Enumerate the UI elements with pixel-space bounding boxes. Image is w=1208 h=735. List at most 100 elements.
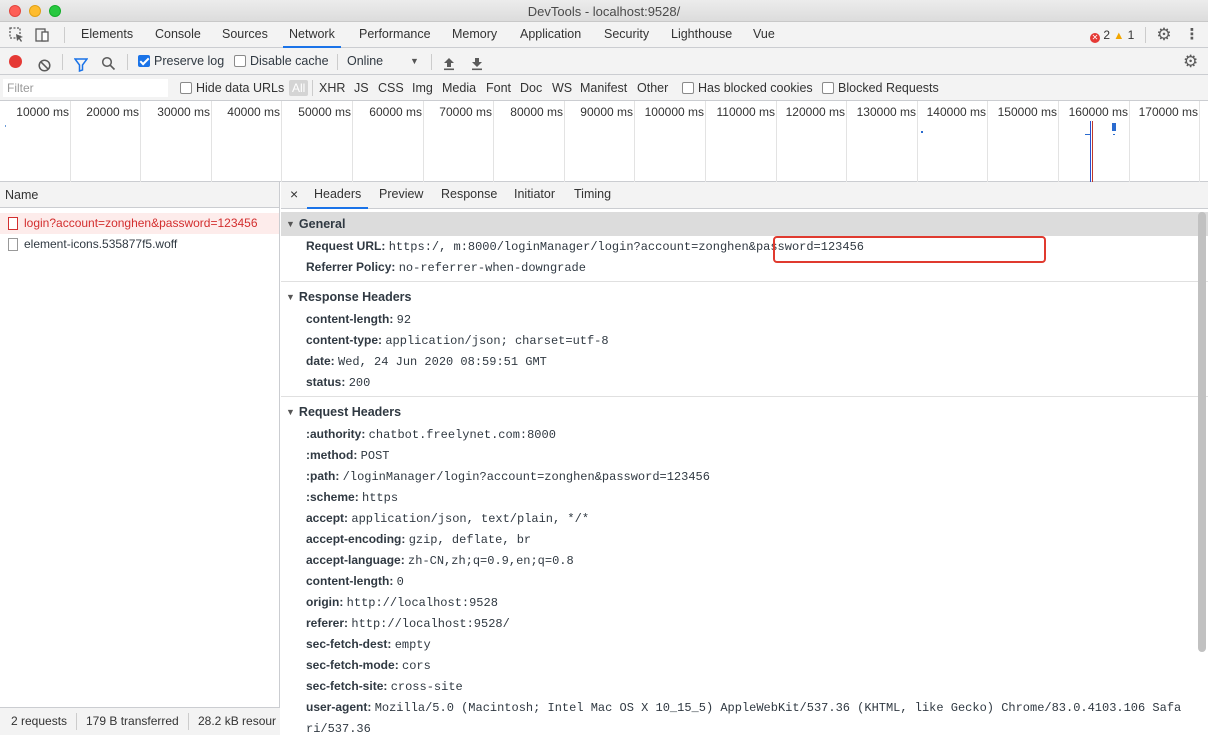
filter-type-ws[interactable]: WS: [552, 75, 572, 101]
header-value: empty: [394, 638, 431, 652]
request-details-pane: × Headers Preview Response Initiator Tim…: [281, 182, 1208, 735]
header-key: Referrer Policy:: [306, 260, 396, 274]
tab-initiator[interactable]: Initiator: [514, 182, 555, 209]
request-header-row: ri/537.36: [281, 718, 1208, 735]
blocked-requests-checkbox[interactable]: Blocked Requests: [822, 75, 939, 101]
filter-type-media[interactable]: Media: [442, 75, 476, 101]
network-overview[interactable]: 10000 ms 20000 ms 30000 ms 40000 ms 50000 ms…: [0, 101, 1208, 182]
response-headers-title: Response Headers: [298, 290, 412, 304]
request-header-row: referer: http://localhost:9528/: [281, 613, 1208, 634]
header-value: ri/537.36: [306, 722, 371, 735]
blocked-requests-check[interactable]: [822, 82, 834, 94]
header-value: POST: [360, 449, 390, 463]
header-key: sec-fetch-dest:: [306, 637, 392, 651]
disable-cache-check[interactable]: [234, 55, 246, 67]
header-key: status:: [306, 375, 346, 389]
overview-mark: [1112, 123, 1116, 131]
header-key: content-type:: [306, 333, 382, 347]
filter-type-xhr[interactable]: XHR: [319, 75, 345, 101]
request-header-row: content-length: 0: [281, 571, 1208, 592]
filter-input[interactable]: Filter: [3, 79, 168, 97]
tab-network[interactable]: Network: [283, 22, 341, 48]
more-options-icon[interactable]: ⋮: [1182, 25, 1202, 45]
timeline-gridline: [0, 101, 1200, 182]
divider: [188, 713, 189, 730]
request-count: 2 requests: [11, 714, 68, 728]
tab-timing[interactable]: Timing: [574, 182, 611, 209]
settings-gear-icon[interactable]: ⚙: [1154, 25, 1174, 45]
filter-type-img[interactable]: Img: [412, 75, 433, 101]
network-settings-gear-icon[interactable]: ⚙: [1183, 48, 1198, 75]
request-row[interactable]: login?account=zonghen&password=123456: [0, 213, 279, 234]
filter-type-other[interactable]: Other: [637, 75, 668, 101]
general-row: Request URL: https:/, m:8000/loginManage…: [281, 236, 1208, 257]
general-section-header[interactable]: ▼ General: [281, 212, 1208, 236]
import-har-icon[interactable]: [443, 54, 455, 71]
tab-performance[interactable]: Performance: [358, 22, 432, 48]
throttling-select[interactable]: Online ▼: [347, 48, 427, 75]
tab-response[interactable]: Response: [441, 182, 497, 209]
request-headers-section-header[interactable]: ▼ Request Headers: [281, 400, 1208, 424]
request-list-pane: Name login?account=zonghen&password=1234…: [0, 182, 280, 735]
request-header-row: :method: POST: [281, 445, 1208, 466]
request-header-row: sec-fetch-dest: empty: [281, 634, 1208, 655]
clear-icon[interactable]: [38, 55, 51, 72]
name-column-header[interactable]: Name: [0, 182, 279, 208]
header-value: application/json, text/plain, */*: [351, 512, 590, 526]
issues-counter[interactable]: ✕ 2 ▲ 1: [1090, 28, 1134, 43]
blocked-requests-label: Blocked Requests: [838, 81, 939, 95]
header-key: referer:: [306, 616, 349, 630]
divider: [337, 54, 338, 70]
throttling-value: Online: [347, 54, 384, 68]
export-har-icon[interactable]: [471, 54, 483, 71]
request-header-row: accept: application/json, text/plain, */…: [281, 508, 1208, 529]
request-row[interactable]: element-icons.535877f5.woff: [0, 234, 279, 255]
preserve-log-label: Preserve log: [154, 54, 225, 68]
header-value: Mozilla/5.0 (Macintosh; Intel Mac OS X 1…: [374, 701, 1182, 715]
request-header-row: origin: http://localhost:9528: [281, 592, 1208, 613]
vertical-scrollbar[interactable]: [1198, 212, 1206, 652]
hide-data-urls-check[interactable]: [180, 82, 192, 94]
header-key: sec-fetch-site:: [306, 679, 388, 693]
filter-type-css[interactable]: CSS: [378, 75, 404, 101]
tab-preview[interactable]: Preview: [379, 182, 423, 209]
tab-lighthouse[interactable]: Lighthouse: [670, 22, 733, 48]
header-value: zh-CN,zh;q=0.9,en;q=0.8: [408, 554, 574, 568]
filter-funnel-icon[interactable]: [73, 55, 89, 73]
filter-type-manifest[interactable]: Manifest: [580, 75, 627, 101]
tab-memory[interactable]: Memory: [451, 22, 498, 48]
preserve-log-checkbox[interactable]: Preserve log: [138, 48, 224, 75]
tab-vue[interactable]: Vue: [752, 22, 776, 48]
record-icon[interactable]: [9, 55, 22, 68]
general-row: Referrer Policy: no-referrer-when-downgr…: [281, 257, 1208, 278]
filter-type-doc[interactable]: Doc: [520, 75, 542, 101]
hide-data-urls-checkbox[interactable]: Hide data URLs: [180, 75, 284, 101]
header-key: accept-language:: [306, 553, 405, 567]
tab-console[interactable]: Console: [154, 22, 202, 48]
has-blocked-cookies-checkbox[interactable]: Has blocked cookies: [682, 75, 813, 101]
tab-headers[interactable]: Headers: [307, 182, 369, 209]
tab-sources[interactable]: Sources: [221, 22, 269, 48]
response-headers-section-header[interactable]: ▼ Response Headers: [281, 285, 1208, 309]
has-blocked-cookies-check[interactable]: [682, 82, 694, 94]
filter-type-font[interactable]: Font: [486, 75, 511, 101]
chevron-down-icon: ▼: [410, 56, 419, 66]
header-key: :path:: [306, 469, 340, 483]
header-key: user-agent:: [306, 700, 372, 714]
inspect-element-icon[interactable]: [7, 25, 27, 45]
tab-security[interactable]: Security: [603, 22, 650, 48]
disable-cache-checkbox[interactable]: Disable cache: [234, 48, 329, 75]
device-toolbar-icon[interactable]: [33, 25, 53, 45]
preserve-log-check[interactable]: [138, 55, 150, 67]
tab-elements[interactable]: Elements: [80, 22, 134, 48]
header-key: content-length:: [306, 574, 394, 588]
divider: [64, 27, 65, 43]
has-blocked-cookies-label: Has blocked cookies: [698, 81, 813, 95]
filter-type-js[interactable]: JS: [354, 75, 369, 101]
request-header-row: sec-fetch-mode: cors: [281, 655, 1208, 676]
close-details-icon[interactable]: ×: [290, 182, 298, 209]
search-icon[interactable]: [101, 54, 116, 71]
request-header-row: :authority: chatbot.freelynet.com:8000: [281, 424, 1208, 445]
tab-application[interactable]: Application: [519, 22, 582, 48]
filter-type-all[interactable]: All: [289, 80, 309, 96]
